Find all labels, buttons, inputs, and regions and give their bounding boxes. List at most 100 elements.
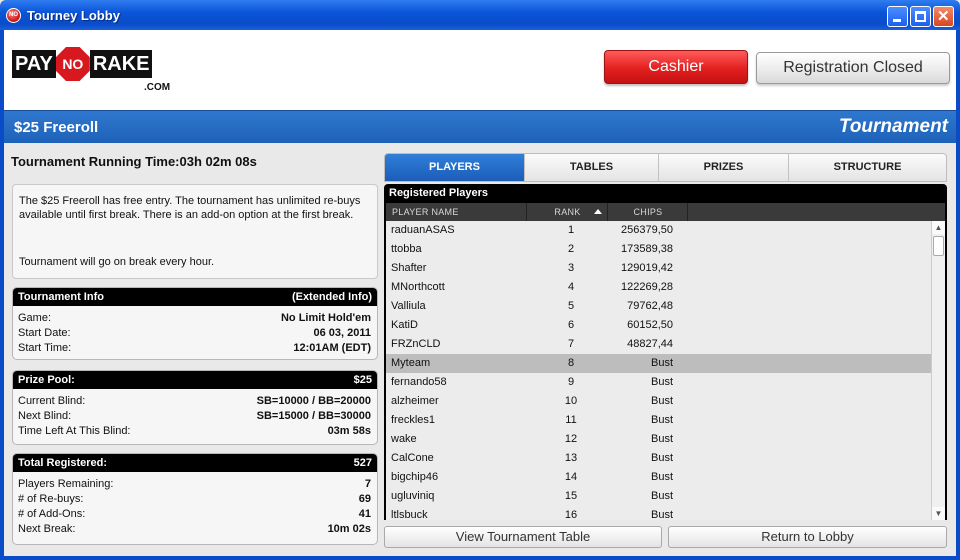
info-row-start-time: Start Time: 12:01AM (EDT) <box>13 341 377 356</box>
player-chips: Bust <box>650 414 673 426</box>
player-rank: 12 <box>564 433 578 445</box>
info-value: SB=15000 / BB=30000 <box>256 410 371 422</box>
scroll-down-icon[interactable]: ▼ <box>932 507 945 520</box>
player-rank: 13 <box>564 452 578 464</box>
table-row[interactable]: Valliula 5 79762,48 <box>386 297 931 316</box>
player-name: fernando58 <box>391 376 447 388</box>
maximize-button[interactable] <box>910 6 931 27</box>
info-key: Players Remaining: <box>18 478 114 490</box>
info-value: 03m 58s <box>327 425 371 437</box>
registered-players-list: Registered Players PLAYER NAME RANK CHIP… <box>384 184 947 520</box>
tab-players[interactable]: PLAYERS <box>385 154 525 181</box>
player-rank: 11 <box>565 414 577 426</box>
player-name: ltlsbuck <box>391 509 428 520</box>
tournament-info-panel: Tournament Info (Extended Info) Game: No … <box>12 287 378 360</box>
player-rank: 3 <box>567 262 575 274</box>
column-header-chips[interactable]: CHIPS <box>609 203 688 221</box>
window-title: Tourney Lobby <box>27 8 120 23</box>
registered-panel: Total Registered: 527 Players Remaining:… <box>12 453 378 545</box>
player-chips: Bust <box>650 509 673 520</box>
prize-pool-title: Prize Pool: <box>18 374 75 386</box>
cashier-button[interactable]: Cashier <box>604 50 748 84</box>
table-row[interactable]: MNorthcott 4 122269,28 <box>386 278 931 297</box>
tab-tables[interactable]: TABLES <box>525 154 659 181</box>
registered-header: Total Registered: 527 <box>13 454 377 472</box>
title-bar: NO Tourney Lobby ✕ <box>0 0 960 30</box>
table-row[interactable]: FRZnCLD 7 48827,44 <box>386 335 931 354</box>
tab-structure[interactable]: STRUCTURE <box>789 154 946 181</box>
column-header-filler <box>689 203 945 221</box>
column-header-player-name[interactable]: PLAYER NAME <box>386 203 527 221</box>
player-chips: Bust <box>650 471 673 483</box>
table-row[interactable]: fernando58 9 Bust <box>386 373 931 392</box>
player-chips: Bust <box>650 376 673 388</box>
info-key: Game: <box>18 312 52 324</box>
sort-ascending-icon <box>594 209 602 214</box>
player-rank: 7 <box>567 338 575 350</box>
info-key: Time Left At This Blind: <box>18 425 131 437</box>
view-tournament-table-button[interactable]: View Tournament Table <box>384 526 662 548</box>
player-name: Myteam <box>391 357 431 369</box>
logo-text-com: .COM <box>144 82 171 93</box>
table-row[interactable]: wake 12 Bust <box>386 430 931 449</box>
table-row[interactable]: ugluviniq 15 Bust <box>386 487 931 506</box>
return-to-lobby-button[interactable]: Return to Lobby <box>668 526 947 548</box>
table-row[interactable]: ltlsbuck 16 Bust <box>386 506 931 520</box>
player-chips: Bust <box>650 452 673 464</box>
tab-prizes[interactable]: PRIZES <box>659 154 789 181</box>
player-name: freckles1 <box>391 414 436 426</box>
info-key: Next Blind: <box>18 410 72 422</box>
prize-row-next-blind: Next Blind: SB=15000 / BB=30000 <box>13 409 377 424</box>
player-name: bigchip46 <box>391 471 439 483</box>
table-row-selected[interactable]: Myteam 8 Bust <box>386 354 931 373</box>
logo-text-pay: PAY <box>12 50 56 78</box>
running-time-label: Tournament Running Time: <box>11 154 180 169</box>
minimize-button[interactable] <box>887 6 908 27</box>
scrollbar-thumb[interactable] <box>933 236 944 256</box>
registration-closed-button[interactable]: Registration Closed <box>756 52 950 84</box>
player-chips: 173589,38 <box>621 243 673 255</box>
player-rank: 2 <box>567 243 575 255</box>
tournament-type-label: Tournament <box>838 116 948 137</box>
table-row[interactable]: alzheimer 10 Bust <box>386 392 931 411</box>
minimize-icon <box>893 19 901 22</box>
player-chips: 79762,48 <box>627 300 673 312</box>
player-chips: 60152,50 <box>627 319 673 331</box>
description-break-note: Tournament will go on break every hour. <box>19 256 215 268</box>
info-key: Next Break: <box>18 523 76 535</box>
app-logo-icon: NO <box>6 8 21 23</box>
table-row[interactable]: freckles1 11 Bust <box>386 411 931 430</box>
player-rank: 1 <box>567 224 575 236</box>
info-row-game: Game: No Limit Hold'em <box>13 311 377 326</box>
info-key: Start Date: <box>18 327 71 339</box>
player-rank: 15 <box>564 490 578 502</box>
info-value: 69 <box>358 493 371 505</box>
info-value: 12:01AM (EDT) <box>293 342 371 354</box>
description-text: The $25 Freeroll has free entry. The tou… <box>19 195 361 221</box>
table-row[interactable]: bigchip46 14 Bust <box>386 468 931 487</box>
tournament-name: $25 Freeroll <box>14 119 99 136</box>
table-row[interactable]: raduanASAS 1 256379,50 <box>386 221 931 240</box>
player-chips: 48827,44 <box>627 338 673 350</box>
info-key: Start Time: <box>18 342 72 354</box>
table-row[interactable]: KatiD 6 60152,50 <box>386 316 931 335</box>
paynorake-logo: PAY NO RAKE .COM <box>12 47 182 94</box>
tournament-info-header: Tournament Info (Extended Info) <box>13 288 377 306</box>
table-row[interactable]: ttobba 2 173589,38 <box>386 240 931 259</box>
player-name: wake <box>391 433 417 445</box>
prize-row-current-blind: Current Blind: SB=10000 / BB=20000 <box>13 394 377 409</box>
scroll-up-icon[interactable]: ▲ <box>932 221 945 234</box>
column-header-row: PLAYER NAME RANK CHIPS <box>386 203 945 221</box>
close-button[interactable]: ✕ <box>933 6 954 27</box>
maximize-icon <box>915 11 926 22</box>
info-value: 41 <box>358 508 371 520</box>
vertical-scrollbar[interactable]: ▲ ▼ <box>931 221 945 520</box>
extended-info-link[interactable]: (Extended Info) <box>292 291 372 303</box>
player-chips: Bust <box>650 490 673 502</box>
prize-row-time-left: Time Left At This Blind: 03m 58s <box>13 424 377 439</box>
info-row-start-date: Start Date: 06 03, 2011 <box>13 326 377 341</box>
table-row[interactable]: CalCone 13 Bust <box>386 449 931 468</box>
window-frame: PAY NO RAKE .COM Cashier Registration Cl… <box>0 30 960 560</box>
table-row[interactable]: Shafter 3 129019,42 <box>386 259 931 278</box>
running-time-value: 03h 02m 08s <box>179 154 257 169</box>
